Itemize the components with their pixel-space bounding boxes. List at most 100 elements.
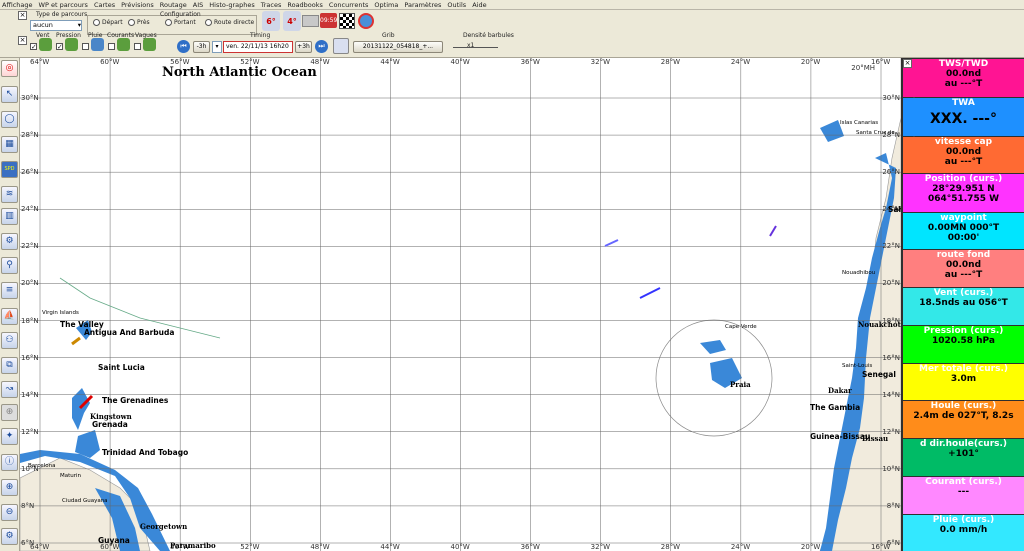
rewind-button[interactable]: ⏮ (177, 40, 190, 53)
vent-checkbox[interactable] (30, 42, 37, 50)
radio-pres[interactable]: Près (128, 19, 150, 26)
close-layers-icon[interactable]: × (18, 36, 27, 45)
chrono-button[interactable]: 09:59 (320, 13, 337, 28)
lifebuoy-icon[interactable]: ◎ (1, 60, 18, 77)
chart-tool-icon[interactable]: ▦ (1, 136, 18, 153)
grib-file-button[interactable]: 20131122_054818_+... (353, 41, 443, 53)
map-canvas[interactable] (20, 58, 901, 551)
vagues-checkbox[interactable] (134, 42, 141, 50)
boat-tool-icon[interactable]: ⛵ (1, 308, 18, 325)
type-parcours-select[interactable]: aucun ▾ (30, 20, 82, 31)
panel-cell-value: 18.5nds au 056°T (919, 298, 1008, 308)
latitude-label: 12°N (21, 427, 39, 436)
forward-button[interactable]: ⏭ (315, 40, 328, 53)
pression-checkbox[interactable] (56, 42, 63, 50)
panel-cell-value: --- (957, 487, 970, 497)
panel-cell[interactable]: Pression (curs.) 1020.58 hPa (903, 326, 1024, 363)
minus-3h-button[interactable]: -3h (193, 41, 210, 53)
menu-item[interactable]: Histo-graphes (209, 1, 254, 9)
graph-tool-icon[interactable]: ≋ (1, 186, 18, 203)
blank-button[interactable] (302, 15, 319, 27)
layers-tool-icon[interactable]: ⧉ (1, 357, 18, 374)
info-tool-icon[interactable]: ⓘ (1, 454, 18, 471)
rain-layer-icon[interactable] (91, 38, 104, 51)
pressure-layer-icon[interactable] (65, 38, 78, 51)
panel-cell[interactable]: Position (curs.) 28°29.951 N 064°51.755 W (903, 174, 1024, 212)
chart-map[interactable]: North Atlantic Ocean 20°MH 64°W 64°W 60°W 6… (20, 58, 901, 551)
boat-left-button[interactable]: 6° (262, 11, 280, 31)
wind-layer-icon[interactable] (39, 38, 52, 51)
lines-tool-icon[interactable]: ≡ (1, 282, 18, 299)
panel-cell[interactable]: Mer totale (curs.) 3.0m (903, 364, 1024, 400)
place-label: Antigua And Barbuda (84, 328, 175, 337)
menu-item[interactable]: Roadbooks (287, 1, 323, 9)
radio-depart[interactable]: Départ (93, 19, 123, 26)
panel-cell[interactable]: d dir.houle(curs.) +101° (903, 439, 1024, 476)
barchart-tool-icon[interactable]: ▥ (1, 208, 18, 225)
menu-item[interactable]: Cartes (94, 1, 115, 9)
panel-cell[interactable]: Vent (curs.) 18.5nds au 056°T (903, 288, 1024, 325)
panel-cell[interactable]: Houle (curs.) 2.4m de 027°T, 8.2s (903, 401, 1024, 438)
settings-tool-icon[interactable]: ⚙ (1, 528, 18, 545)
menu-item[interactable]: Affichage (2, 1, 33, 9)
current-layer-icon[interactable] (117, 38, 130, 51)
courants-checkbox[interactable] (108, 42, 115, 50)
close-toolbar-icon[interactable]: × (18, 11, 27, 20)
panel-cell-title: waypoint (940, 213, 987, 223)
longitude-label: 32°W (590, 58, 610, 66)
radio-portant[interactable]: Portant (165, 19, 196, 26)
boat-marker-3[interactable] (604, 239, 619, 247)
panel-cell[interactable]: waypoint 0.00MN 000°T 00:00' (903, 213, 1024, 249)
menu-item[interactable]: Prévisions (121, 1, 154, 9)
place-label: Nouadhibou (842, 270, 876, 276)
panel-cell[interactable]: TWA XXX. ---° (903, 98, 1024, 136)
plus-3h-button[interactable]: +3h (295, 41, 312, 53)
longitude-label: 36°W (520, 543, 540, 551)
menu-item[interactable]: Optima (374, 1, 398, 9)
menu-item[interactable]: Outils (447, 1, 466, 9)
boat-right-button[interactable]: 4° (283, 11, 301, 31)
panel-cell-title: Courant (curs.) (925, 477, 1002, 487)
panel-cell-title: Pluie (curs.) (932, 515, 995, 525)
boat-marker-orange[interactable] (71, 336, 81, 346)
latitude-label: 22°N (882, 242, 900, 251)
panel-cell[interactable]: route fond 00.0nd au ---°T (903, 250, 1024, 287)
waves-layer-icon[interactable] (143, 38, 156, 51)
grib-label: Grib (382, 32, 395, 39)
latitude-label: 6°N (886, 539, 900, 547)
pluie-checkbox[interactable] (82, 42, 89, 50)
satellite-tool-icon[interactable]: ⚲ (1, 257, 18, 274)
people-tool-icon[interactable]: ⚇ (1, 332, 18, 349)
menu-item[interactable]: Paramètres (404, 1, 441, 9)
menu-item[interactable]: Traces (261, 1, 282, 9)
magnifier-icon[interactable] (333, 38, 349, 54)
zoom-disabled-icon[interactable]: ⊕ (1, 404, 18, 421)
speed-tool-icon[interactable]: SPD (1, 161, 18, 178)
panel-cell[interactable]: TWS/TWD 00.0nd au ---°T (903, 59, 1024, 97)
menu-item[interactable]: Aide (472, 1, 486, 9)
menu-item[interactable]: WP et parcours (39, 1, 88, 9)
menu-item[interactable]: Routage (160, 1, 187, 9)
panel-cell[interactable]: Courant (curs.) --- (903, 477, 1024, 514)
target-icon[interactable] (358, 13, 374, 29)
densite-slider-track[interactable] (453, 47, 498, 48)
arrow-tool-icon[interactable]: ↖ (1, 86, 18, 103)
boat-marker-2[interactable] (769, 225, 777, 237)
nav-tool-icon[interactable]: ⚙ (1, 233, 18, 250)
panel-cell[interactable]: Pluie (curs.) 0.0 mm/h (903, 515, 1024, 551)
route-tool-icon[interactable]: ↝ (1, 381, 18, 398)
boat-marker-1[interactable] (639, 287, 661, 299)
panel-cell[interactable]: vitesse cap 00.0nd au ---°T (903, 137, 1024, 173)
radio-route-directe[interactable]: Route directe (205, 19, 254, 26)
zoom-in-icon[interactable]: ⊕ (1, 479, 18, 496)
close-panel-icon[interactable]: × (903, 59, 912, 68)
menu-item[interactable]: Concurrents (329, 1, 368, 9)
datetime-field[interactable]: ven. 22/11/13 16h20 (223, 41, 293, 53)
zoom-out-icon[interactable]: ⊖ (1, 504, 18, 521)
menu-item[interactable]: AIS (193, 1, 204, 9)
place-label: Saint-Louis (842, 363, 873, 369)
finish-flag-icon[interactable] (339, 13, 355, 29)
compass-tool-icon[interactable]: ✦ (1, 428, 18, 445)
ellipse-tool-icon[interactable]: ◯ (1, 111, 18, 128)
datetime-dropdown[interactable]: ▾ (212, 41, 222, 53)
